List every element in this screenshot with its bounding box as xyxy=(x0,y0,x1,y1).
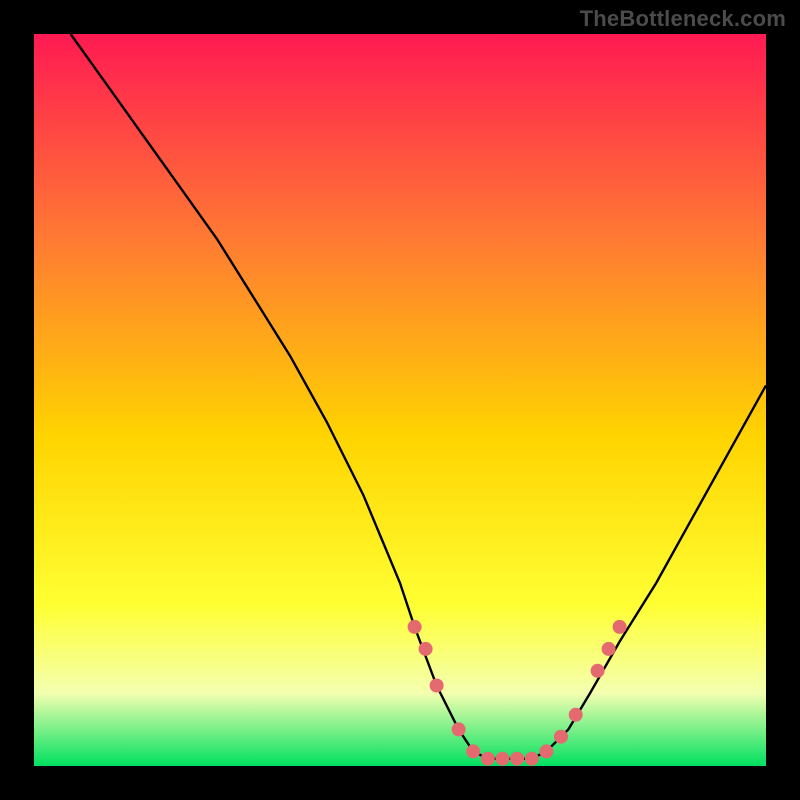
marker-point xyxy=(510,752,524,766)
plot-background xyxy=(34,34,766,766)
marker-point xyxy=(408,620,422,634)
marker-point xyxy=(452,722,466,736)
marker-point xyxy=(569,708,583,722)
marker-point xyxy=(613,620,627,634)
watermark-text: TheBottleneck.com xyxy=(580,6,786,32)
marker-point xyxy=(554,730,568,744)
marker-point xyxy=(466,744,480,758)
marker-point xyxy=(496,752,510,766)
marker-point xyxy=(419,642,433,656)
chart-frame: TheBottleneck.com xyxy=(0,0,800,800)
marker-point xyxy=(591,664,605,678)
marker-point xyxy=(525,752,539,766)
bottleneck-chart xyxy=(0,0,800,800)
marker-point xyxy=(539,744,553,758)
marker-point xyxy=(481,752,495,766)
marker-point xyxy=(602,642,616,656)
marker-point xyxy=(430,679,444,693)
